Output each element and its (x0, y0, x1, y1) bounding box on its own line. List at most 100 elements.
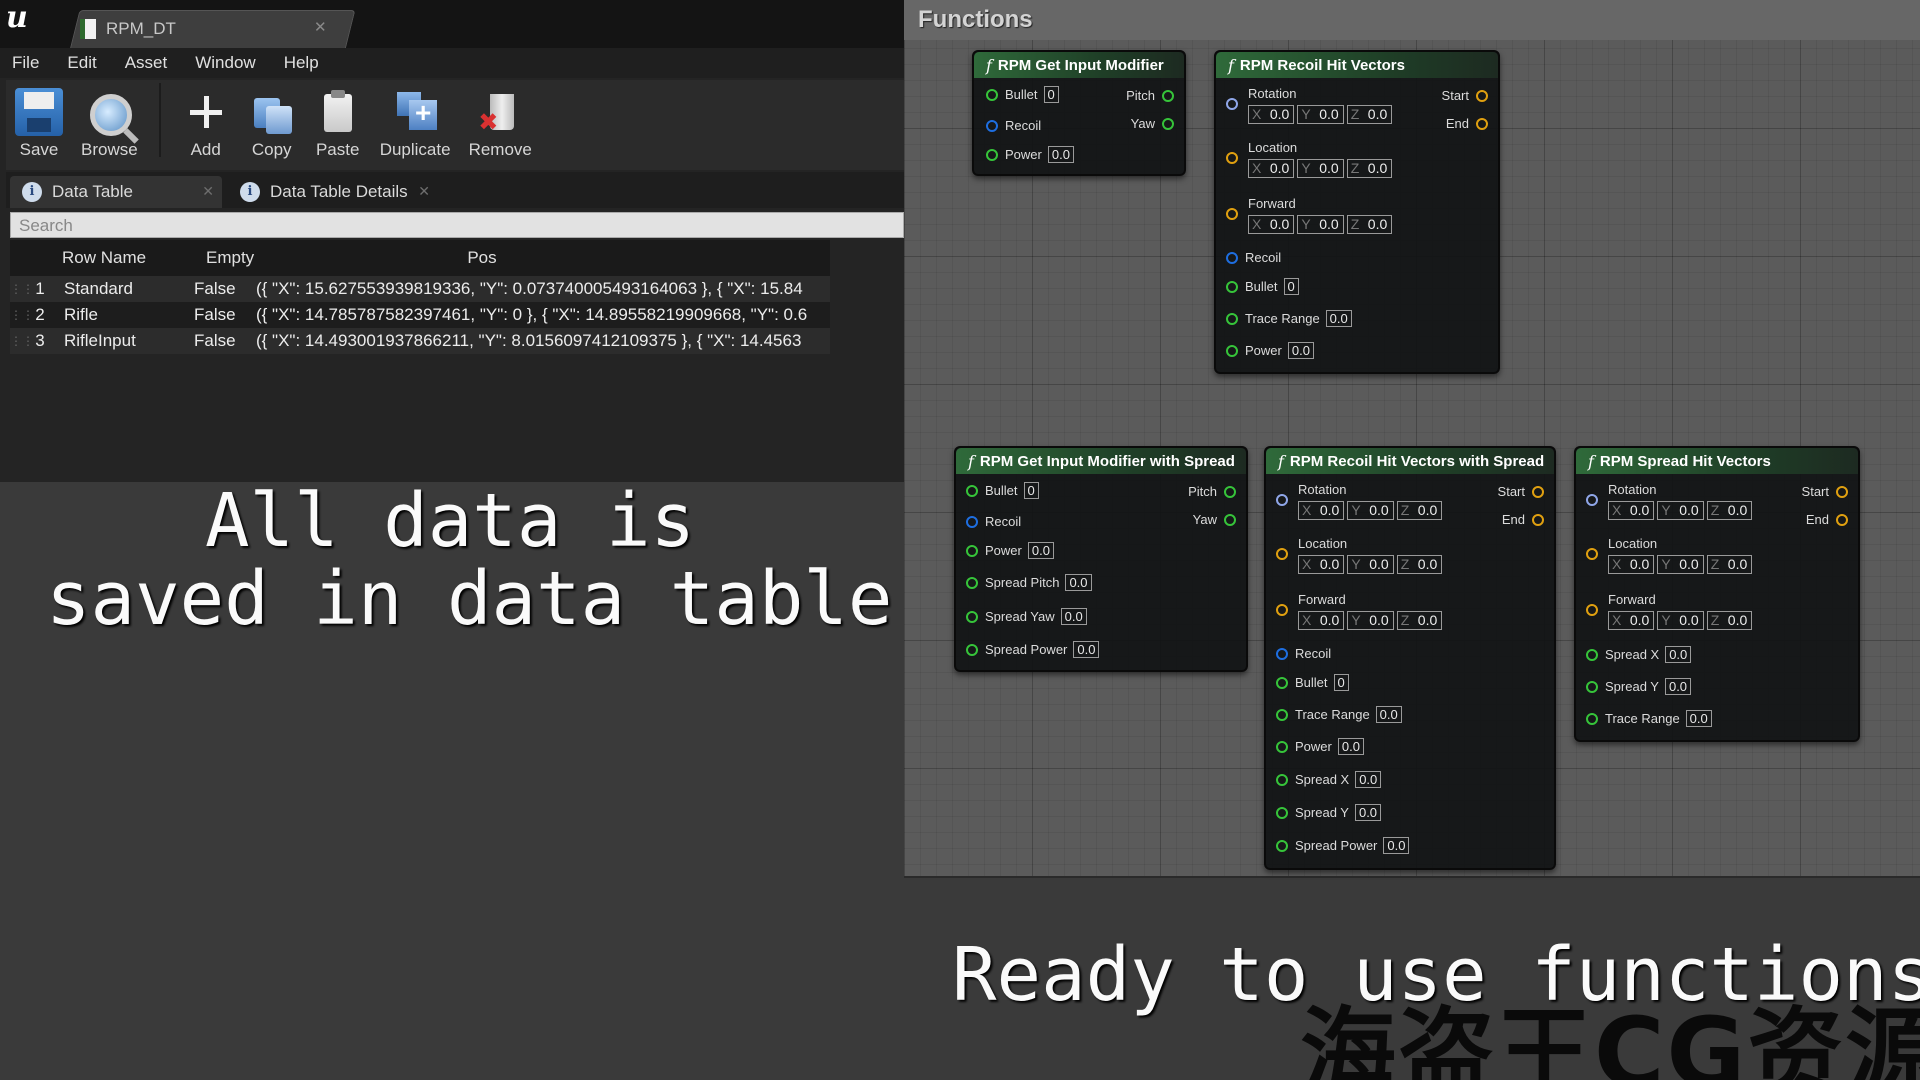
pin-power[interactable]: Power 0.0 (1226, 342, 1314, 359)
pin-trace-range[interactable]: Trace Range 0.0 (1226, 310, 1352, 327)
pin-yaw-out[interactable]: Yaw (1131, 116, 1174, 131)
pin-bullet[interactable]: Bullet 0 (966, 482, 1039, 499)
trace-range-value-field[interactable]: 0.0 (1685, 710, 1712, 727)
spread-x-value-field[interactable]: 0.0 (1665, 646, 1692, 663)
y-field[interactable]: Y 0.0 (1347, 555, 1394, 574)
x-field[interactable]: X 0.0 (1608, 501, 1655, 520)
paste-button[interactable]: Paste (314, 88, 362, 160)
search-input[interactable]: Search (10, 212, 904, 238)
pin-bullet[interactable]: Bullet 0 (986, 86, 1059, 103)
pin-recoil[interactable]: Recoil (1226, 250, 1281, 265)
z-field[interactable]: Z 0.0 (1706, 555, 1753, 574)
spread-y-value-field[interactable]: 0.0 (1354, 804, 1382, 821)
spread-yaw-value-field[interactable]: 0.0 (1060, 608, 1087, 625)
z-field[interactable]: Z 0.0 (1396, 611, 1443, 630)
power-value-field[interactable]: 0.0 (1027, 542, 1054, 559)
pin-location[interactable] (1586, 548, 1605, 560)
pin-location[interactable] (1226, 152, 1245, 164)
pin-recoil[interactable]: Recoil (1276, 646, 1331, 661)
pin-start-out[interactable]: Start (1802, 484, 1848, 499)
pin-recoil[interactable]: Recoil (966, 514, 1021, 529)
pin-spread-pitch[interactable]: Spread Pitch 0.0 (966, 574, 1092, 591)
table-row[interactable]: ⋮⋮ 1 Standard False ({ "X": 15.627553939… (10, 276, 830, 302)
pin-spread-y[interactable]: Spread Y 0.0 (1586, 678, 1692, 695)
pin-spread-y[interactable]: Spread Y 0.0 (1276, 804, 1382, 821)
y-field[interactable]: Y 0.0 (1297, 215, 1344, 234)
pin-power[interactable]: Power 0.0 (966, 542, 1054, 559)
menu-asset[interactable]: Asset (125, 53, 168, 73)
pin-forward[interactable] (1226, 208, 1245, 220)
pin-rotation[interactable] (1276, 494, 1295, 506)
pin-spread-x[interactable]: Spread X 0.0 (1586, 646, 1692, 663)
power-value-field[interactable]: 0.0 (1337, 738, 1364, 755)
z-field[interactable]: Z 0.0 (1346, 215, 1393, 234)
node-rpm-recoil-hit-vectors-with-spread[interactable]: f RPM Recoil Hit Vectors with Spread Rot… (1264, 446, 1556, 870)
document-tab[interactable]: RPM_DT ✕ (80, 14, 340, 44)
column-header-pos[interactable]: Pos (316, 248, 648, 268)
pin-location[interactable] (1276, 548, 1295, 560)
pin-spread-yaw[interactable]: Spread Yaw 0.0 (966, 608, 1087, 625)
pin-forward[interactable] (1276, 604, 1295, 616)
close-icon[interactable]: ✕ (314, 18, 327, 36)
trace-range-value-field[interactable]: 0.0 (1325, 310, 1352, 327)
column-header-row-name[interactable]: Row Name (10, 248, 206, 268)
spread-power-value-field[interactable]: 0.0 (1073, 641, 1100, 658)
pin-power[interactable]: Power 0.0 (1276, 738, 1364, 755)
x-field[interactable]: X 0.0 (1298, 501, 1345, 520)
menu-edit[interactable]: Edit (67, 53, 96, 73)
y-field[interactable]: Y 0.0 (1657, 501, 1704, 520)
close-icon[interactable]: ✕ (418, 183, 430, 200)
drag-handle-icon[interactable]: ⋮⋮ (10, 334, 34, 348)
pin-spread-power[interactable]: Spread Power 0.0 (966, 641, 1100, 658)
pin-end-out[interactable]: End (1806, 512, 1848, 527)
pin-bullet[interactable]: Bullet 0 (1276, 674, 1349, 691)
pin-start-out[interactable]: Start (1498, 484, 1544, 499)
table-row[interactable]: ⋮⋮ 3 RifleInput False ({ "X": 14.4930019… (10, 328, 830, 354)
y-field[interactable]: Y 0.0 (1657, 555, 1704, 574)
pin-trace-range[interactable]: Trace Range 0.0 (1276, 706, 1402, 723)
pin-spread-x[interactable]: Spread X 0.0 (1276, 771, 1382, 788)
pin-yaw-out[interactable]: Yaw (1193, 512, 1236, 527)
pin-end-out[interactable]: End (1446, 116, 1488, 131)
z-field[interactable]: Z 0.0 (1396, 501, 1443, 520)
y-field[interactable]: Y 0.0 (1347, 501, 1394, 520)
tab-data-table-details[interactable]: i Data Table Details ✕ (228, 176, 438, 208)
copy-button[interactable]: Copy (248, 88, 296, 160)
x-field[interactable]: X 0.0 (1248, 105, 1295, 124)
save-button[interactable]: Save (15, 88, 63, 160)
x-field[interactable]: X 0.0 (1608, 611, 1655, 630)
pin-rotation[interactable] (1586, 494, 1605, 506)
close-icon[interactable]: ✕ (202, 183, 214, 200)
z-field[interactable]: Z 0.0 (1706, 611, 1753, 630)
menu-window[interactable]: Window (195, 53, 255, 73)
z-field[interactable]: Z 0.0 (1706, 501, 1753, 520)
node-rpm-get-input-modifier-with-spread[interactable]: f RPM Get Input Modifier with Spread Bul… (954, 446, 1248, 672)
spread-y-value-field[interactable]: 0.0 (1664, 678, 1692, 695)
drag-handle-icon[interactable]: ⋮⋮ (10, 282, 34, 296)
bullet-value-field[interactable]: 0 (1023, 482, 1039, 499)
power-value-field[interactable]: 0.0 (1047, 146, 1074, 163)
spread-power-value-field[interactable]: 0.0 (1383, 837, 1410, 854)
z-field[interactable]: Z 0.0 (1346, 159, 1393, 178)
pin-pitch-out[interactable]: Pitch (1126, 88, 1174, 103)
pin-rotation[interactable] (1226, 98, 1245, 110)
y-field[interactable]: Y 0.0 (1347, 611, 1394, 630)
pin-forward[interactable] (1586, 604, 1605, 616)
x-field[interactable]: X 0.0 (1298, 555, 1345, 574)
pin-start-out[interactable]: Start (1442, 88, 1488, 103)
node-rpm-recoil-hit-vectors[interactable]: f RPM Recoil Hit Vectors Rotation X 0.0 Y… (1214, 50, 1500, 374)
drag-handle-icon[interactable]: ⋮⋮ (10, 308, 34, 322)
z-field[interactable]: Z 0.0 (1346, 105, 1393, 124)
z-field[interactable]: Z 0.0 (1396, 555, 1443, 574)
menu-file[interactable]: File (12, 53, 39, 73)
pin-recoil[interactable]: Recoil (986, 118, 1041, 133)
spread-pitch-value-field[interactable]: 0.0 (1065, 574, 1092, 591)
pin-end-out[interactable]: End (1502, 512, 1544, 527)
add-button[interactable]: Add (182, 88, 230, 160)
pin-spread-power[interactable]: Spread Power 0.0 (1276, 837, 1410, 854)
x-field[interactable]: X 0.0 (1248, 215, 1295, 234)
trace-range-value-field[interactable]: 0.0 (1375, 706, 1402, 723)
power-value-field[interactable]: 0.0 (1287, 342, 1314, 359)
spread-x-value-field[interactable]: 0.0 (1355, 771, 1382, 788)
tab-data-table[interactable]: i Data Table ✕ (10, 176, 222, 208)
